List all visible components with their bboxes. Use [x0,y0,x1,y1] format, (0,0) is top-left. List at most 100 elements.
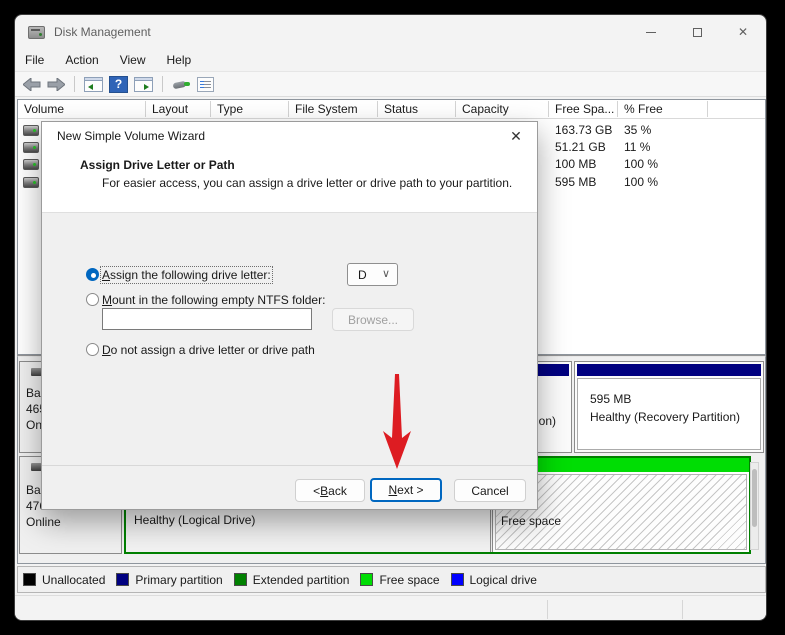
annotation-arrow-icon [381,374,413,470]
dialog-title-bar: New Simple Volume Wizard ✕ [42,122,537,149]
legend-item-logical-drive: Logical drive [451,573,537,587]
toolbar: ? [15,71,766,97]
disk-management-window: Disk Management ✕ File Action View Help … [14,14,767,621]
legend-bar: Unallocated Primary partition Extended p… [17,566,766,593]
radio-assign-drive-letter[interactable] [86,268,99,281]
drive-letter-select[interactable]: D ∨ [347,263,398,286]
radio-no-drive-letter[interactable] [86,343,99,356]
dialog-title: New Simple Volume Wizard [57,129,205,143]
free-space-swatch [360,573,373,586]
free-space-value: 163.73 GB [555,123,612,137]
dialog-footer-separator [42,465,537,466]
col-volume[interactable]: Volume [24,102,64,116]
free-space-value: 51.21 GB [555,140,606,154]
maximize-icon [693,28,702,37]
recovery-size: 595 MB [590,392,631,406]
back-button[interactable]: < Back [295,479,365,502]
window-title: Disk Management [54,25,151,39]
percent-free-value: 35 % [624,123,651,137]
menu-action[interactable]: Action [65,53,98,67]
action-pane-icon[interactable] [134,77,153,92]
primary-partition-bar [577,364,761,376]
volume-list-header: Volume Layout Type File System Status Ca… [18,100,765,119]
vertical-scrollbar[interactable] [750,462,759,550]
radio-assign-drive-letter-label[interactable]: Assign the following drive letter: [102,268,271,282]
unallocated-swatch [23,573,36,586]
minimize-icon [646,32,656,33]
browse-button[interactable]: Browse... [332,308,414,331]
primary-partition-swatch [116,573,129,586]
radio-mount-ntfs-folder-label[interactable]: Mount in the following empty NTFS folder… [102,293,325,307]
volume-icon [23,159,39,170]
status-separator [682,600,683,619]
close-button[interactable]: ✕ [720,15,766,49]
screenshot-stage: Disk Management ✕ File Action View Help … [0,0,785,635]
disk2-status: Online [26,515,61,529]
legend-item-extended-partition: Extended partition [234,573,350,587]
title-bar: Disk Management ✕ [15,15,766,49]
rescan-disks-icon[interactable] [172,77,191,92]
percent-free-value: 100 % [624,175,658,189]
new-simple-volume-wizard-dialog: New Simple Volume Wizard ✕ Assign Drive … [41,121,538,510]
col-free-space[interactable]: Free Spa... [555,102,614,116]
recovery-status: Healthy (Recovery Partition) [590,410,740,424]
dialog-header: Assign Drive Letter or Path For easier a… [42,149,537,213]
help-icon[interactable]: ? [109,76,128,93]
partition-label-fragment: ion) [536,414,556,428]
maximize-button[interactable] [674,15,720,49]
col-capacity[interactable]: Capacity [462,102,509,116]
ntfs-folder-input[interactable] [102,308,312,330]
legend-label: Free space [379,573,439,587]
status-separator [547,600,548,619]
volume-icon [23,125,39,136]
col-layout[interactable]: Layout [152,102,188,116]
back-icon[interactable] [23,78,41,91]
col-pct-free[interactable]: % Free [624,102,663,116]
logical-drive-swatch [451,573,464,586]
percent-free-value: 11 % [624,140,650,154]
toolbar-separator [162,76,163,92]
drive-letter-value: D [358,268,367,282]
legend-label: Logical drive [470,573,537,587]
percent-free-value: 100 % [624,157,658,171]
window-controls: ✕ [628,15,766,49]
dialog-close-button[interactable]: ✕ [505,125,527,147]
legend-item-primary-partition: Primary partition [116,573,222,587]
legend-label: Extended partition [253,573,350,587]
dialog-heading: Assign Drive Letter or Path [80,158,235,172]
legend-label: Primary partition [135,573,222,587]
scrollbar-thumb[interactable] [752,469,757,527]
menu-help[interactable]: Help [167,53,192,67]
extended-partition-swatch [234,573,247,586]
logical-drive-label: Healthy (Logical Drive) [134,513,255,527]
col-type[interactable]: Type [217,102,243,116]
forward-icon[interactable] [47,78,65,91]
disk1-status-fragment: On [26,418,42,432]
console-tree-icon[interactable] [84,77,103,92]
status-bar [15,595,766,621]
volume-icon [23,142,39,153]
free-space-value: 595 MB [555,175,596,189]
legend-item-unallocated: Unallocated [23,573,105,587]
col-file-system[interactable]: File System [295,102,358,116]
close-icon: ✕ [738,25,748,39]
next-button[interactable]: Next > [370,478,442,502]
free-space-value: 100 MB [555,157,596,171]
cancel-button[interactable]: Cancel [454,479,526,502]
volume-icon [23,177,39,188]
recovery-partition-cell[interactable]: 595 MB Healthy (Recovery Partition) [574,361,764,453]
dialog-subheading: For easier access, you can assign a driv… [102,176,512,190]
chevron-down-icon: ∨ [382,267,390,280]
properties-icon[interactable] [197,77,214,92]
col-status[interactable]: Status [384,102,418,116]
legend-item-free-space: Free space [360,573,439,587]
disk-management-app-icon [28,26,45,39]
radio-no-drive-letter-label[interactable]: Do not assign a drive letter or drive pa… [102,343,315,357]
minimize-button[interactable] [628,15,674,49]
radio-mount-ntfs-folder[interactable] [86,293,99,306]
legend-label: Unallocated [42,573,105,587]
menu-file[interactable]: File [25,53,44,67]
menu-view[interactable]: View [120,53,146,67]
menu-bar: File Action View Help [15,49,766,71]
toolbar-separator [74,76,75,92]
